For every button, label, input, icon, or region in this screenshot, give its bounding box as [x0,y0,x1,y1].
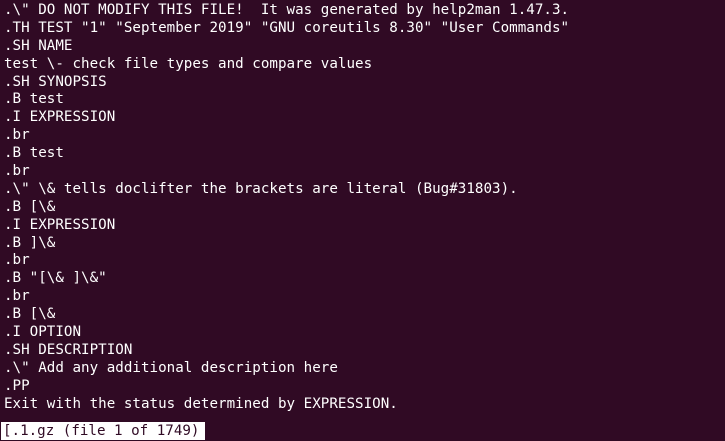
terminal-line: test \- check file types and compare val… [4,55,373,72]
terminal-window[interactable]: .\" DO NOT MODIFY THIS FILE! It was gene… [0,0,725,441]
terminal-output: .\" DO NOT MODIFY THIS FILE! It was gene… [4,2,725,413]
terminal-line: .br [4,163,30,180]
pager-status-prompt[interactable]: [.1.gz (file 1 of 1749) [1,422,206,440]
terminal-line: .B [\& [4,198,56,215]
terminal-line: .I OPTION [4,324,82,341]
terminal-line: .\" Add any additional description here [4,359,338,376]
terminal-line: .SH DESCRIPTION [4,341,133,358]
terminal-line: .I EXPRESSION [4,216,116,233]
terminal-line: .br [4,252,30,269]
terminal-line: .TH TEST "1" "September 2019" "GNU coreu… [4,19,570,36]
terminal-line: .SH NAME [4,37,73,54]
terminal-line: .B ]\& [4,234,56,251]
terminal-line: .\" DO NOT MODIFY THIS FILE! It was gene… [4,2,570,18]
terminal-line: .PP [4,377,30,394]
terminal-line: Exit with the status determined by EXPRE… [4,395,398,412]
terminal-line: .B test [4,91,64,108]
terminal-line: .B [\& [4,306,56,323]
terminal-line: .I EXPRESSION [4,109,116,126]
terminal-line: .B test [4,145,64,162]
terminal-line: .\" \& tells doclifter the brackets are … [4,180,518,197]
terminal-line: .SH SYNOPSIS [4,73,107,90]
terminal-line: .br [4,127,30,144]
terminal-line: .br [4,288,30,305]
terminal-line: .B "[\& ]\&" [4,270,107,287]
